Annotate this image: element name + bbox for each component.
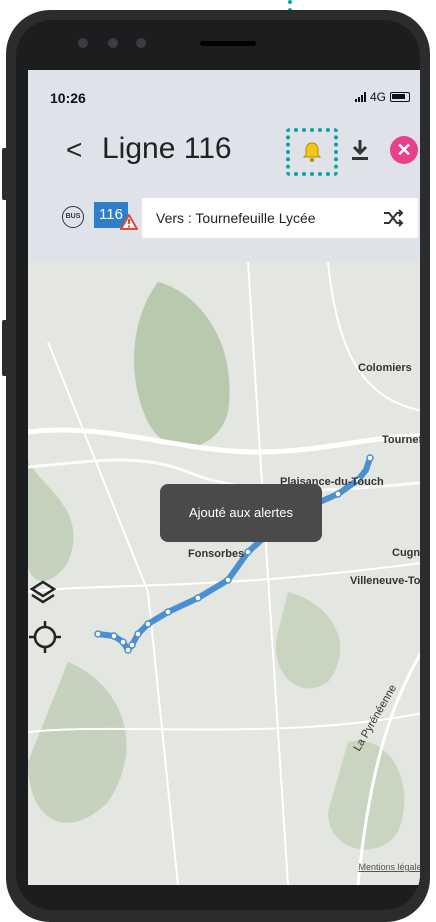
line-header: 10:26 4G < Ligne 116 ✕ BUS 116 Vers: To… [28, 70, 420, 262]
camera-dot [108, 38, 118, 48]
phone-frame: 10:26 4G < Ligne 116 ✕ BUS 116 Vers: To… [2, 10, 430, 922]
shuffle-icon[interactable] [382, 208, 404, 228]
network-label: 4G [369, 90, 386, 104]
app-screen: 10:26 4G < Ligne 116 ✕ BUS 116 Vers: To… [28, 70, 420, 885]
bell-icon [302, 142, 322, 162]
toast-notification: Ajouté aux alertes [160, 484, 322, 542]
locate-icon[interactable] [28, 620, 62, 654]
volume-button [2, 148, 8, 200]
sensor-dot [78, 38, 88, 48]
map-view[interactable]: Colomiers Tournefe Plaisance-du-Touch Fo… [28, 262, 420, 885]
line-info-row: BUS 116 Vers : Tournefeuille Lycée [28, 196, 420, 238]
close-button[interactable]: ✕ [390, 136, 418, 164]
status-indicators: 4G [354, 90, 410, 104]
layers-icon[interactable] [28, 578, 58, 608]
direction-selector[interactable]: Vers : Tournefeuille Lycée [142, 198, 418, 238]
direction-label: Vers : Tournefeuille Lycée [156, 210, 316, 226]
legal-notice-link[interactable]: Mentions légales [358, 862, 420, 872]
map-canvas [28, 262, 420, 885]
phone-body: 10:26 4G < Ligne 116 ✕ BUS 116 Vers: To… [16, 20, 420, 910]
map-label-fonsorbes: Fonsorbes [188, 548, 245, 560]
signal-icon [354, 92, 366, 102]
battery-icon [390, 92, 410, 102]
phone-top-bezel [16, 20, 420, 68]
download-icon[interactable] [348, 136, 372, 164]
back-button[interactable]: < [66, 134, 82, 166]
alert-bell-button[interactable] [286, 128, 338, 176]
map-label-cugnaux: Cugna [392, 547, 420, 559]
speaker-grille [200, 41, 256, 46]
bus-icon: BUS [62, 206, 84, 228]
page-title: Ligne 116 [102, 132, 232, 165]
map-label-tournefeuille: Tournefe [382, 434, 420, 446]
title-row: < Ligne 116 ✕ [28, 128, 420, 176]
power-button [2, 320, 8, 376]
sensor-dot [136, 38, 146, 48]
map-label-villeneuve: Villeneuve-To [350, 575, 420, 587]
status-time: 10:26 [50, 90, 86, 106]
warning-icon [120, 214, 138, 230]
map-label-colomiers: Colomiers [358, 362, 412, 374]
